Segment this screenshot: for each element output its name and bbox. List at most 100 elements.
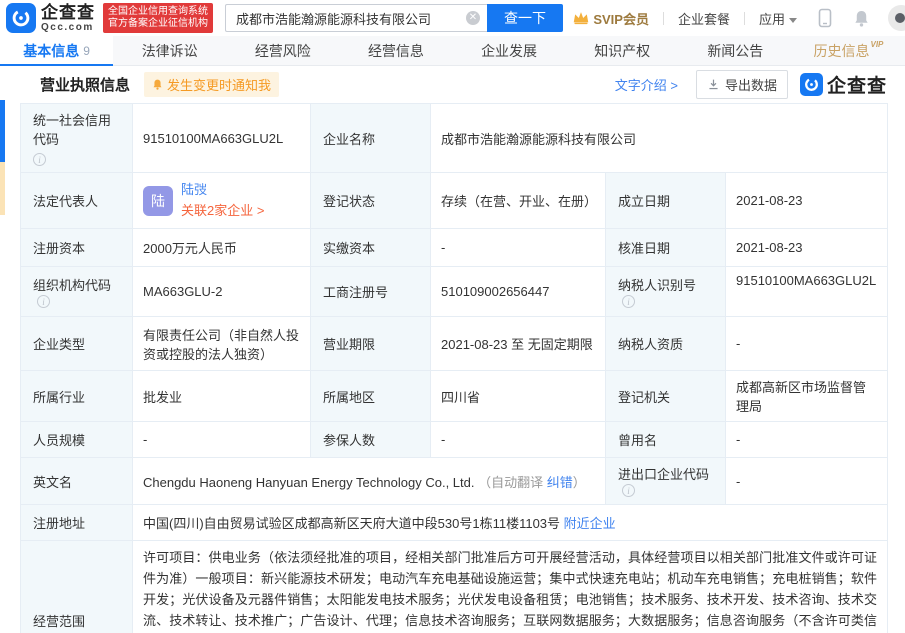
reg-address-label: 注册地址 xyxy=(21,505,133,541)
tab-intellectual-property[interactable]: 知识产权 xyxy=(566,36,679,65)
qcc-logo[interactable]: 企查查 Qcc.com xyxy=(6,3,95,33)
tab-basic-info[interactable]: 基本信息 9 xyxy=(0,36,113,65)
staff-size-label: 人员规模 xyxy=(21,422,133,458)
table-row: 所属行业 批发业 所属地区 四川省 登记机关 成都高新区市场监督管理局 xyxy=(21,371,888,422)
qcc-watermark-icon xyxy=(800,73,823,96)
business-term-label: 营业期限 xyxy=(311,317,431,371)
region-label: 所属地区 xyxy=(311,371,431,422)
vip-badge: VIP xyxy=(870,40,883,49)
tab-operating-risk[interactable]: 经营风险 xyxy=(226,36,339,65)
taxpayer-qualification-value: - xyxy=(726,317,888,371)
reg-capital-value: 2000万元人民币 xyxy=(133,229,311,267)
industry-label: 所属行业 xyxy=(21,371,133,422)
badge-line-2: 官方备案企业征信机构 xyxy=(108,18,208,30)
download-icon xyxy=(707,78,720,91)
tab-operating-info[interactable]: 经营信息 xyxy=(339,36,452,65)
org-code-label: 组织机构代码 i xyxy=(21,267,133,317)
notify-on-change-button[interactable]: 发生变更时通知我 xyxy=(144,72,279,97)
taxpayer-qualification-label: 纳税人资质 xyxy=(606,317,726,371)
import-export-code-value: - xyxy=(726,458,888,505)
bell-icon xyxy=(152,78,163,91)
staff-size-value: - xyxy=(133,422,311,458)
establish-date-label: 成立日期 xyxy=(606,173,726,229)
reg-address-value: 中国(四川)自由贸易试验区成都高新区天府大道中段530号1栋11楼1103号 xyxy=(143,516,560,531)
english-name-cell: Chengdu Haoneng Hanyuan Energy Technolog… xyxy=(133,458,606,505)
reg-capital-label: 注册资本 xyxy=(21,229,133,267)
reg-number-label: 工商注册号 xyxy=(311,267,431,317)
establish-date-value: 2021-08-23 xyxy=(726,173,888,229)
tab-company-development[interactable]: 企业发展 xyxy=(453,36,566,65)
insured-count-value: - xyxy=(431,422,606,458)
section-tabs: 基本信息 9 法律诉讼 经营风险 经营信息 企业发展 知识产权 新闻公告 历史信… xyxy=(0,36,905,66)
badge-line-1: 全国企业信用查询系统 xyxy=(108,6,208,18)
business-scope-label: 经营范围 xyxy=(21,541,133,633)
table-row: 企业类型 有限责任公司（非自然人投资或控股的法人独资） 营业期限 2021-08… xyxy=(21,317,888,371)
business-scope-value: 许可项目：供电业务（依法须经批准的项目，经相关部门批准后方可开展经营活动，具体经… xyxy=(133,541,888,633)
info-icon[interactable]: i xyxy=(37,295,50,308)
paid-capital-value: - xyxy=(431,229,606,267)
reg-authority-value: 成都高新区市场监督管理局 xyxy=(726,371,888,422)
info-icon[interactable]: i xyxy=(622,295,635,308)
export-data-button[interactable]: 导出数据 xyxy=(696,70,788,99)
notification-bell-icon[interactable] xyxy=(853,9,870,28)
approval-date-label: 核准日期 xyxy=(606,229,726,267)
section-header: 营业执照信息 发生变更时通知我 文字介绍 > 导出数据 xyxy=(0,66,905,103)
chevron-down-icon xyxy=(789,18,797,23)
correct-link[interactable]: 纠错 xyxy=(547,475,573,490)
legal-rep-name-link[interactable]: 陆弢 xyxy=(181,182,207,197)
tab-news[interactable]: 新闻公告 xyxy=(679,36,792,65)
user-avatar[interactable] xyxy=(888,5,905,31)
auto-translate-note: （自动翻译 xyxy=(478,475,543,490)
table-row: 注册地址 中国(四川)自由贸易试验区成都高新区天府大道中段530号1栋11楼11… xyxy=(21,505,888,541)
company-type-label: 企业类型 xyxy=(21,317,133,371)
text-intro-link[interactable]: 文字介绍 > xyxy=(615,75,678,94)
paid-capital-label: 实缴资本 xyxy=(311,229,431,267)
tab-legal-litigation[interactable]: 法律诉讼 xyxy=(113,36,226,65)
region-value: 四川省 xyxy=(431,371,606,422)
search-button[interactable]: 查一下 xyxy=(487,4,563,32)
clear-search-icon[interactable]: ✕ xyxy=(466,11,480,25)
table-row: 注册资本 2000万元人民币 实缴资本 - 核准日期 2021-08-23 xyxy=(21,229,888,267)
apps-dropdown[interactable]: 应用 xyxy=(759,9,797,28)
english-name-label: 英文名 xyxy=(21,458,133,505)
search-input[interactable] xyxy=(225,4,487,32)
info-icon[interactable]: i xyxy=(622,484,635,497)
table-row: 人员规模 - 参保人数 - 曾用名 - xyxy=(21,422,888,458)
table-row: 统一社会信用代码 i 91510100MA663GLU2L 企业名称 成都市浩能… xyxy=(21,104,888,173)
insured-count-label: 参保人数 xyxy=(311,422,431,458)
table-row: 组织机构代码 i MA663GLU-2 工商注册号 51010900265644… xyxy=(21,267,888,317)
svip-member-link[interactable]: SVIP会员 xyxy=(573,9,649,28)
legal-rep-label: 法定代表人 xyxy=(21,173,133,229)
related-companies-link[interactable]: 关联2家企业 > xyxy=(181,203,264,218)
company-name-label: 企业名称 xyxy=(311,104,431,173)
mobile-app-icon[interactable] xyxy=(817,8,833,28)
credit-system-badge: 全国企业信用查询系统 官方备案企业征信机构 xyxy=(103,3,213,33)
table-row: 英文名 Chengdu Haoneng Hanyuan Energy Techn… xyxy=(21,458,888,505)
table-row: 经营范围 许可项目：供电业务（依法须经批准的项目，经相关部门批准后方可开展经营活… xyxy=(21,541,888,633)
business-term-value: 2021-08-23 至 无固定期限 xyxy=(431,317,606,371)
import-export-code-label: 进出口企业代码 i xyxy=(606,458,726,505)
company-name-value: 成都市浩能瀚源能源科技有限公司 xyxy=(431,104,888,173)
approval-date-value: 2021-08-23 xyxy=(726,229,888,267)
industry-value: 批发业 xyxy=(133,371,311,422)
taxpayer-id-value: 91510100MA663GLU2L xyxy=(726,267,888,317)
logo-domain: Qcc.com xyxy=(41,23,95,33)
enterprise-package-link[interactable]: 企业套餐 xyxy=(678,9,730,28)
tab-history-info[interactable]: 历史信息 VIP xyxy=(792,36,905,65)
nearby-companies-link[interactable]: 附近企业 xyxy=(564,516,616,531)
reg-number-value: 510109002656447 xyxy=(431,267,606,317)
former-name-label: 曾用名 xyxy=(606,422,726,458)
reg-status-value: 存续（在营、开业、在册） xyxy=(431,173,606,229)
search-bar: ✕ 查一下 xyxy=(225,4,563,32)
qcc-company-page: 企查查 Qcc.com 全国企业信用查询系统 官方备案企业征信机构 ✕ 查一下 … xyxy=(0,0,905,633)
info-icon[interactable]: i xyxy=(33,153,46,166)
business-license-table: 统一社会信用代码 i 91510100MA663GLU2L 企业名称 成都市浩能… xyxy=(20,103,888,633)
english-name-value: Chengdu Haoneng Hanyuan Energy Technolog… xyxy=(143,475,475,490)
org-code-value: MA663GLU-2 xyxy=(133,267,311,317)
former-name-value: - xyxy=(726,422,888,458)
basic-info-count: 9 xyxy=(83,44,90,58)
crown-icon xyxy=(573,11,589,25)
legal-rep-avatar[interactable]: 陆 xyxy=(143,186,173,216)
reg-status-label: 登记状态 xyxy=(311,173,431,229)
side-anchor-strip xyxy=(0,162,5,215)
